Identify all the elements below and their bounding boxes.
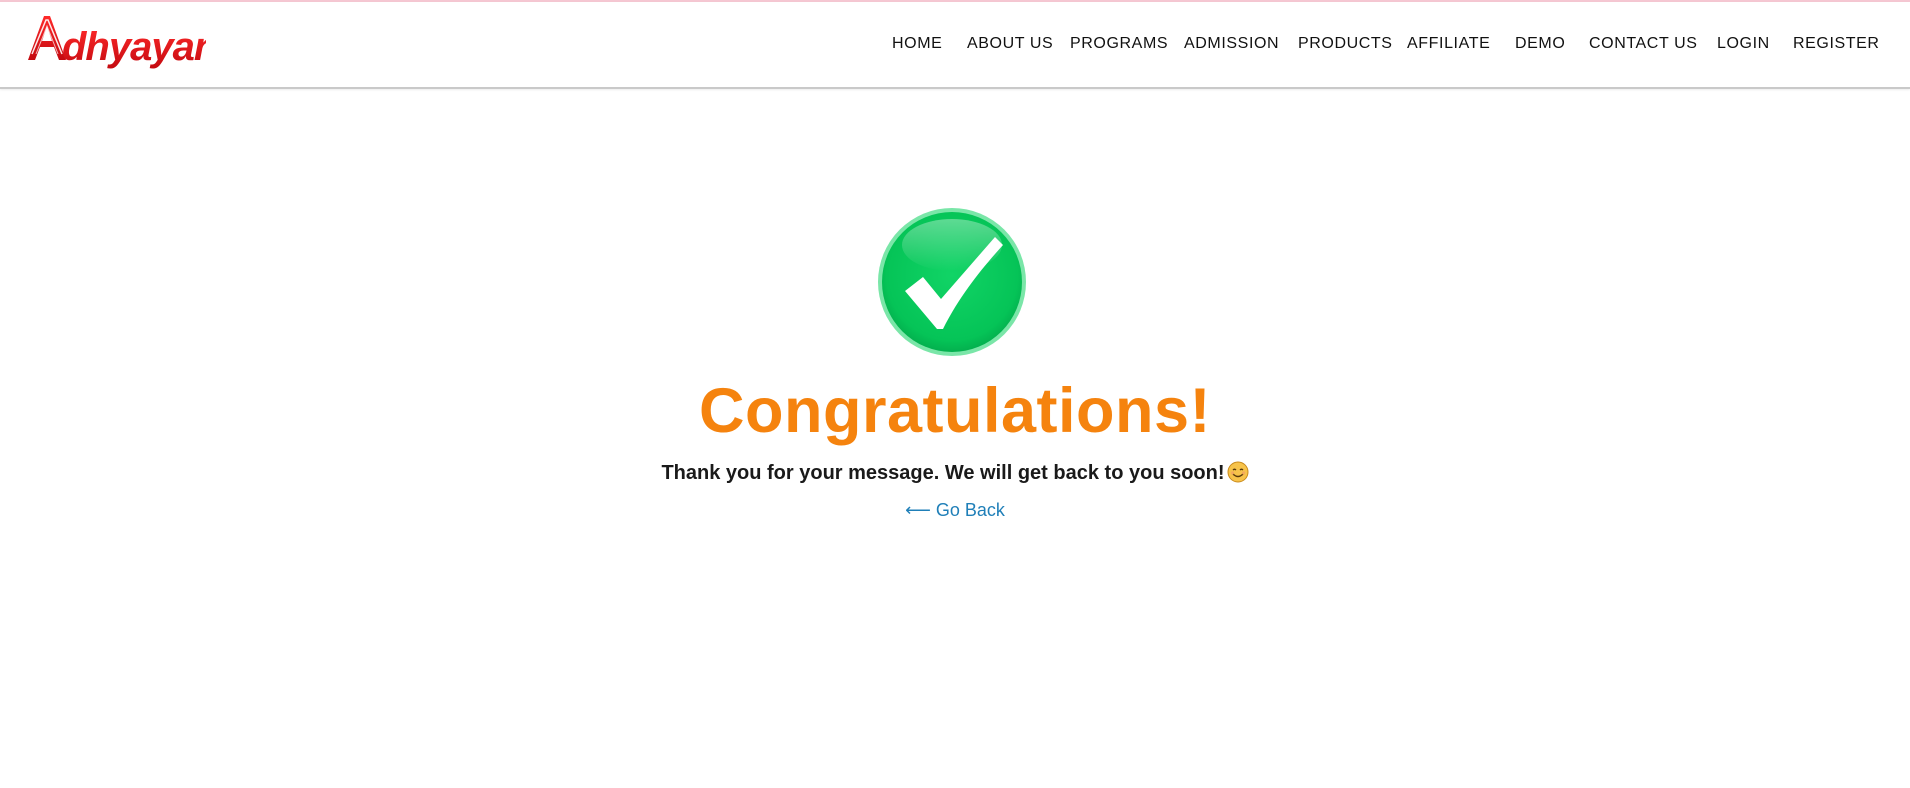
nav-products[interactable]: PRODUCTS	[1298, 35, 1393, 53]
nav-home[interactable]: HOME	[892, 35, 942, 53]
nav-programs[interactable]: PROGRAMS	[1070, 35, 1168, 53]
svg-text:dhyayan: dhyayan	[62, 25, 206, 69]
nav-login[interactable]: LOGIN	[1717, 35, 1770, 53]
go-back-link[interactable]: ⟵ Go Back	[0, 500, 1910, 521]
nav-admission[interactable]: ADMISSION	[1184, 35, 1279, 53]
back-arrow-icon: ⟵	[905, 500, 931, 520]
nav-affiliate[interactable]: AFFILIATE	[1407, 35, 1490, 53]
nav-demo[interactable]: DEMO	[1515, 35, 1565, 53]
thank-you-text: Thank you for your message. We will get …	[661, 462, 1225, 484]
check-circle-icon	[878, 208, 1026, 356]
logo-link[interactable]: dhyayan	[26, 10, 218, 70]
thank-you-message: Thank you for your message. We will get …	[0, 461, 1910, 485]
nav-contact-us[interactable]: CONTACT US	[1589, 35, 1698, 53]
go-back-label: Go Back	[935, 500, 1005, 520]
smiling-face-icon	[1227, 461, 1249, 483]
nav-register[interactable]: REGISTER	[1793, 35, 1880, 53]
adhyayan-logo: dhyayan	[28, 16, 218, 69]
confirmation-content: Congratulations! Thank you for your mess…	[0, 89, 1910, 788]
page-title: Congratulations!	[699, 376, 1211, 446]
nav-about-us[interactable]: ABOUT US	[967, 35, 1053, 53]
